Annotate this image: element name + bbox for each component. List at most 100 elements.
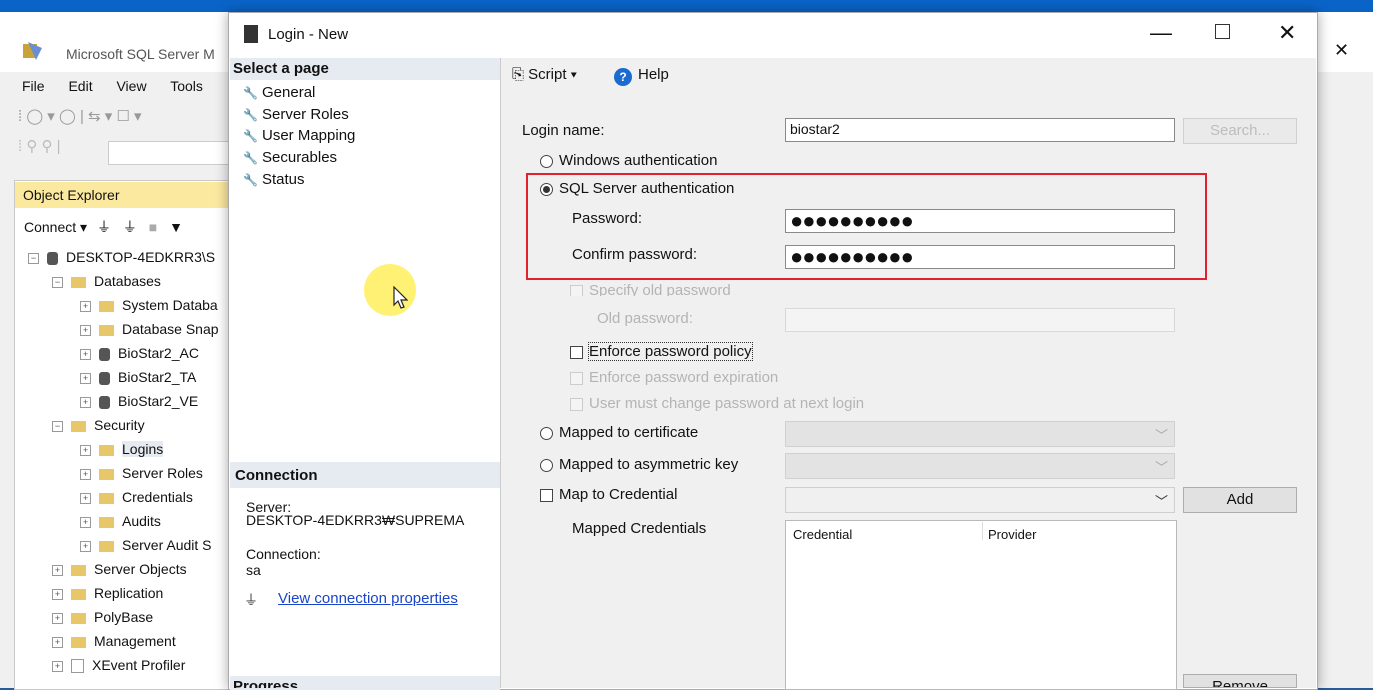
database-icon — [99, 347, 110, 361]
collapse-icon[interactable]: − — [28, 252, 39, 264]
old-password-label: Old password: — [597, 310, 693, 327]
tree-node-label: DESKTOP-4EDKRR3\S — [66, 249, 216, 265]
server-value: DESKTOP-4EDKRR3₩SUPREMA — [246, 512, 465, 528]
radio-button[interactable] — [540, 458, 553, 472]
search-button[interactable]: Search... — [1183, 118, 1297, 144]
ssms-close-button[interactable]: ✕ — [1334, 40, 1349, 61]
tree-node[interactable]: + System Databa — [80, 297, 218, 313]
tree-node[interactable]: + XEvent Profiler — [52, 657, 185, 674]
tree-node[interactable]: + BioStar2_TA — [80, 369, 196, 385]
specify-old-password-option[interactable]: Specify old password — [570, 282, 731, 296]
desktop-background — [0, 0, 1373, 12]
collapse-icon[interactable]: − — [52, 276, 63, 288]
menu-edit[interactable]: Edit — [68, 78, 92, 94]
credential-dropdown[interactable]: ﹀ — [785, 487, 1175, 513]
login-name-input[interactable]: biostar2 — [785, 118, 1175, 142]
tree-node[interactable]: + Database Snap — [80, 321, 219, 337]
radio-button[interactable] — [540, 426, 553, 440]
expand-icon[interactable]: + — [80, 348, 91, 360]
help-icon[interactable]: ? — [614, 68, 632, 86]
filter-icon[interactable]: ▼ — [169, 219, 183, 235]
expand-icon[interactable]: + — [52, 636, 63, 648]
folder-icon — [71, 420, 86, 432]
tree-node[interactable]: + BioStar2_VE — [80, 393, 198, 409]
checkbox[interactable] — [570, 284, 583, 296]
tree-node-label: Credentials — [122, 489, 193, 505]
tree-node[interactable]: + BioStar2_AC — [80, 345, 199, 361]
expand-icon[interactable]: + — [80, 516, 91, 528]
enforce-password-policy-option[interactable]: Enforce password policy — [570, 342, 753, 361]
view-connection-properties-link[interactable]: View connection properties — [278, 590, 458, 607]
expand-icon[interactable]: + — [80, 300, 91, 312]
tree-node-label: Database Snap — [122, 321, 219, 337]
expand-icon[interactable]: + — [80, 372, 91, 384]
help-button[interactable]: Help — [638, 66, 669, 83]
tree-node[interactable]: + Logins — [80, 441, 164, 457]
checkbox[interactable] — [540, 488, 553, 502]
connect-button[interactable]: Connect ▾ — [24, 219, 87, 235]
script-button[interactable]: ⎘ Script ▾ — [512, 66, 577, 83]
expand-icon[interactable]: + — [80, 444, 91, 456]
toolbar-combo[interactable] — [108, 141, 230, 165]
tree-node[interactable]: − DESKTOP-4EDKRR3\S — [28, 249, 215, 265]
expand-icon[interactable]: + — [80, 324, 91, 336]
credential-column-header[interactable]: Credential — [793, 527, 852, 542]
checkbox[interactable] — [570, 371, 583, 385]
maximize-button[interactable] — [1215, 24, 1230, 39]
database-icon — [99, 371, 110, 385]
enforce-password-expiration-option[interactable]: Enforce password expiration — [570, 369, 778, 386]
mapped-certificate-option[interactable]: Mapped to certificate — [540, 424, 698, 441]
tree-node[interactable]: + PolyBase — [52, 609, 153, 625]
radio-button[interactable] — [540, 154, 553, 168]
windows-auth-option[interactable]: Windows authentication — [540, 152, 717, 169]
expand-icon[interactable]: + — [52, 660, 63, 672]
page-securables[interactable]: 🔧 Securables — [243, 149, 337, 166]
mouse-cursor-icon — [392, 285, 409, 316]
script-icon: ⎘ — [512, 66, 529, 83]
expand-icon[interactable]: + — [80, 468, 91, 480]
expand-icon[interactable]: + — [52, 564, 63, 576]
add-button[interactable]: Add — [1183, 487, 1297, 513]
collapse-icon[interactable]: − — [52, 420, 63, 432]
close-button[interactable]: ✕ — [1278, 20, 1296, 46]
tree-node[interactable]: − Security — [52, 417, 145, 433]
stop-icon[interactable]: ■ — [149, 219, 157, 235]
old-password-input[interactable] — [785, 308, 1175, 332]
tree-node[interactable]: + Server Objects — [52, 561, 187, 577]
page-status[interactable]: 🔧 Status — [243, 171, 305, 188]
tree-node[interactable]: + Server Audit S — [80, 537, 212, 553]
menu-view[interactable]: View — [116, 78, 146, 94]
page-general[interactable]: 🔧 General — [243, 84, 315, 101]
expand-icon[interactable]: + — [80, 396, 91, 408]
tree-node[interactable]: + Replication — [52, 585, 163, 601]
minimize-button[interactable]: — — [1150, 20, 1172, 46]
mapped-asymmetric-key-option[interactable]: Mapped to asymmetric key — [540, 456, 738, 473]
menu-tools[interactable]: Tools — [170, 78, 203, 94]
asymmetric-key-dropdown[interactable]: ﹀ — [785, 453, 1175, 479]
expand-icon[interactable]: + — [80, 492, 91, 504]
page-user-mapping[interactable]: 🔧 User Mapping — [243, 127, 355, 144]
tree-node[interactable]: + Server Roles — [80, 465, 203, 481]
checkbox[interactable] — [570, 397, 583, 411]
certificate-dropdown[interactable]: ﹀ — [785, 421, 1175, 447]
expand-icon[interactable]: + — [52, 612, 63, 624]
menu-file[interactable]: File — [22, 78, 45, 94]
page-server-roles[interactable]: 🔧 Server Roles — [243, 106, 349, 123]
expand-icon[interactable]: + — [52, 588, 63, 600]
tree-node[interactable]: − Databases — [52, 273, 161, 289]
plug-icon[interactable]: ⏚ — [97, 219, 111, 235]
remove-button[interactable]: Remove — [1183, 674, 1297, 688]
mapped-credentials-list[interactable] — [785, 520, 1177, 690]
provider-column-header[interactable]: Provider — [988, 527, 1036, 542]
expand-icon[interactable]: + — [80, 540, 91, 552]
map-to-credential-option[interactable]: Map to Credential — [540, 486, 677, 503]
tree-node[interactable]: + Audits — [80, 513, 161, 529]
tree-node[interactable]: + Credentials — [80, 489, 193, 505]
connection-plug-icon: ⏚ — [244, 592, 258, 608]
dialog-title: Login - New — [268, 26, 349, 43]
checkbox[interactable] — [570, 345, 583, 359]
unplug-icon[interactable]: ⏚ — [123, 219, 137, 235]
tree-node[interactable]: + Management — [52, 633, 176, 649]
tree-node-label: PolyBase — [94, 609, 154, 625]
must-change-password-option[interactable]: User must change password at next login — [570, 395, 864, 412]
